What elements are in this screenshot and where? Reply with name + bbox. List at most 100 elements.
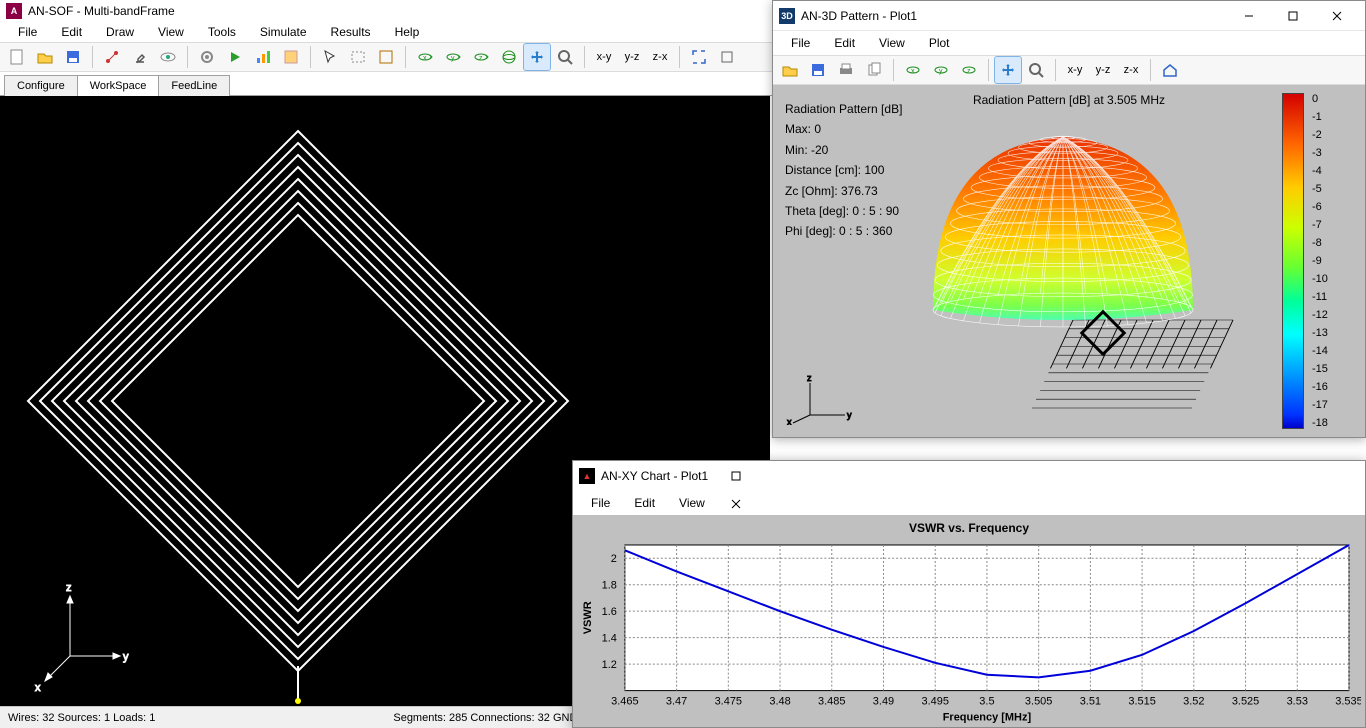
win3d-menu-view[interactable]: View (867, 34, 917, 52)
win3d-menu-plot[interactable]: Plot (917, 34, 962, 52)
svg-text:y: y (123, 651, 129, 663)
win3d-print-button[interactable] (833, 57, 859, 83)
svg-text:3.52: 3.52 (1183, 696, 1204, 708)
fit-button[interactable] (686, 44, 712, 70)
menu-edit[interactable]: Edit (49, 23, 94, 41)
svg-text:Frequency [MHz]: Frequency [MHz] (943, 712, 1032, 724)
winxy-titlebar[interactable]: ▲ AN-XY Chart - Plot1 (573, 461, 1365, 491)
minimize-button[interactable] (1227, 2, 1271, 30)
svg-text:3.525: 3.525 (1232, 696, 1259, 708)
status-wires: Wires: 32 Sources: 1 Loads: 1 (8, 712, 155, 724)
gear-button[interactable] (194, 44, 220, 70)
plot3d-area[interactable]: Radiation Pattern [dB] at 3.505 MHz Radi… (773, 85, 1365, 437)
select-rect-button[interactable] (345, 44, 371, 70)
chart-button[interactable] (250, 44, 276, 70)
winxy-menu-edit[interactable]: Edit (622, 494, 667, 512)
svg-text:y: y (451, 55, 455, 62)
run-button[interactable] (222, 44, 248, 70)
win3d-copy-button[interactable] (861, 57, 887, 83)
menu-simulate[interactable]: Simulate (248, 23, 319, 41)
svg-text:x: x (787, 417, 792, 425)
winxy-minimize-button[interactable] (714, 434, 758, 462)
maximize-button[interactable] (1271, 2, 1315, 30)
tab-feedline[interactable]: FeedLine (158, 75, 230, 96)
an-xy-window[interactable]: ▲ AN-XY Chart - Plot1 File Edit View VSW… (572, 460, 1366, 728)
menu-results[interactable]: Results (319, 23, 383, 41)
svg-text:3.48: 3.48 (769, 696, 790, 708)
winxy-close-button[interactable] (714, 490, 758, 518)
colorbar-gradient (1282, 93, 1304, 429)
svg-text:z: z (807, 375, 812, 383)
reset-button[interactable] (714, 44, 740, 70)
winxy-menu-view[interactable]: View (667, 494, 717, 512)
win3d-title: AN-3D Pattern - Plot1 (801, 9, 917, 23)
rotate-x-button[interactable]: x (412, 44, 438, 70)
svg-text:3.515: 3.515 (1128, 696, 1155, 708)
winxy-maximize-button[interactable] (714, 462, 758, 490)
close-button[interactable] (1315, 2, 1359, 30)
winxy-title: AN-XY Chart - Plot1 (601, 469, 708, 483)
tab-workspace[interactable]: WorkSpace (77, 75, 160, 96)
microscope-button[interactable] (127, 44, 153, 70)
win3d-toolbar: x y z x-y y-z z-x (773, 55, 1365, 85)
chart-title: VSWR vs. Frequency (573, 515, 1365, 535)
new-button[interactable] (4, 44, 30, 70)
menu-view[interactable]: View (146, 23, 196, 41)
win3d-rotz-button[interactable]: z (956, 57, 982, 83)
view-zx-button[interactable]: z-x (647, 44, 673, 70)
menu-file[interactable]: File (6, 23, 49, 41)
svg-text:3.535: 3.535 (1335, 696, 1361, 708)
win3d-pan-button[interactable] (995, 57, 1021, 83)
svg-text:x: x (35, 682, 41, 694)
an-3d-window[interactable]: 3D AN-3D Pattern - Plot1 File Edit View … (772, 0, 1366, 438)
svg-text:3.51: 3.51 (1080, 696, 1101, 708)
svg-text:VSWR: VSWR (582, 601, 594, 634)
win3d-xy-button[interactable]: x-y (1062, 57, 1088, 83)
menu-draw[interactable]: Draw (94, 23, 146, 41)
menu-tools[interactable]: Tools (196, 23, 248, 41)
rotate-z-button[interactable]: z (468, 44, 494, 70)
tab-configure[interactable]: Configure (4, 75, 78, 96)
csv-button[interactable] (278, 44, 304, 70)
menu-help[interactable]: Help (383, 23, 432, 41)
pan-button[interactable] (524, 44, 550, 70)
svg-text:3.495: 3.495 (921, 696, 948, 708)
svg-text:1.8: 1.8 (602, 580, 617, 592)
win3d-zoom-button[interactable] (1023, 57, 1049, 83)
eye-button[interactable] (155, 44, 181, 70)
win3d-menu-edit[interactable]: Edit (822, 34, 867, 52)
wire-button[interactable] (373, 44, 399, 70)
view-yz-button[interactable]: y-z (619, 44, 645, 70)
svg-text:1.6: 1.6 (602, 606, 617, 618)
win3d-roty-button[interactable]: y (928, 57, 954, 83)
win3d-zx-button[interactable]: z-x (1118, 57, 1144, 83)
view-xy-button[interactable]: x-y (591, 44, 617, 70)
svg-text:2: 2 (611, 553, 617, 565)
win3d-open-button[interactable] (777, 57, 803, 83)
svg-text:3.475: 3.475 (715, 696, 742, 708)
svg-text:3.53: 3.53 (1287, 696, 1308, 708)
win3d-titlebar[interactable]: 3D AN-3D Pattern - Plot1 (773, 1, 1365, 31)
rotate-3d-button[interactable] (496, 44, 522, 70)
main-title: AN-SOF - Multi-bandFrame (28, 4, 175, 18)
svg-text:z: z (479, 55, 483, 62)
chart-area[interactable]: VSWR vs. Frequency 3.4653.473.4753.483.4… (573, 515, 1365, 727)
node-button[interactable] (99, 44, 125, 70)
win3d-menu-file[interactable]: File (779, 34, 822, 52)
axes3d-icon: z y x (785, 375, 855, 425)
open-button[interactable] (32, 44, 58, 70)
win3d-menubar: File Edit View Plot (773, 31, 1365, 55)
win3d-home-button[interactable] (1157, 57, 1183, 83)
zoom-button[interactable] (552, 44, 578, 70)
vswr-chart: 3.4653.473.4753.483.4853.493.4953.53.505… (577, 539, 1361, 725)
app-icon: A (6, 3, 22, 19)
win3d-rotx-button[interactable]: x (900, 57, 926, 83)
pointer-button[interactable] (317, 44, 343, 70)
save-button[interactable] (60, 44, 86, 70)
winxy-menu-file[interactable]: File (579, 494, 622, 512)
win3d-yz-button[interactable]: y-z (1090, 57, 1116, 83)
rotate-y-button[interactable]: y (440, 44, 466, 70)
svg-text:z: z (66, 582, 72, 594)
svg-text:z: z (967, 68, 971, 75)
win3d-save-button[interactable] (805, 57, 831, 83)
